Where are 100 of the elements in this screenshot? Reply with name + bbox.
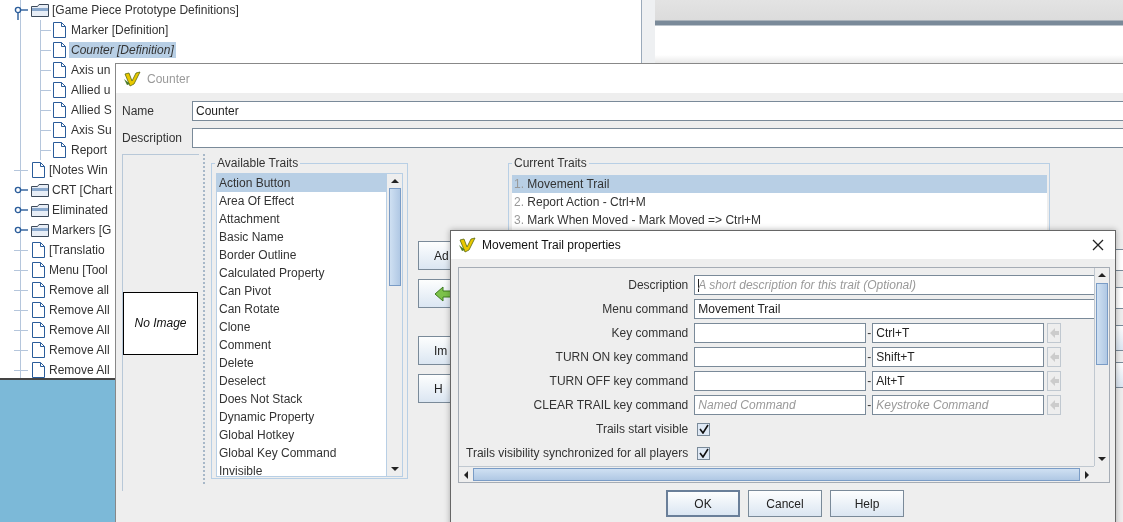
button[interactable]: Cancel [748,490,822,517]
tree-item[interactable]: CRT [Chart [50,182,115,198]
list-item[interactable]: Clone [217,318,386,336]
text-field[interactable]: Shift+T [872,347,1045,367]
file-icon [52,81,67,99]
text-field[interactable] [694,323,867,343]
checkbox[interactable] [697,422,711,436]
field-label: Trails visibility synchronized for all players [466,445,689,462]
tree-item[interactable]: Eliminated [50,202,111,218]
group-title: Available Traits [215,156,301,170]
file-icon [52,21,67,39]
separator-text: - [867,326,872,340]
button[interactable]: OK [666,490,740,517]
list-item[interactable]: Deselect [217,372,386,390]
list-item[interactable]: Does Not Stack [217,390,386,408]
tree-item[interactable]: Remove all [47,282,112,298]
folder-icon [31,2,49,18]
list-item[interactable]: Can Rotate [217,300,386,318]
tree-item[interactable]: Marker [Definition] [69,22,171,38]
list-item[interactable]: Basic Name [217,228,386,246]
field-label: TURN OFF key command [548,373,689,390]
file-icon [52,121,67,139]
text-field[interactable]: Named Command [694,395,867,415]
file-icon [31,161,46,179]
list-item[interactable]: Can Pivot [217,282,386,300]
field-label: Description [122,130,184,145]
separator-text: - [867,374,872,388]
scroll-thumb[interactable] [1096,283,1108,365]
file-icon [31,261,46,279]
list-item[interactable]: Global Key Command [217,444,386,462]
text-field[interactable]: Counter [192,100,1123,121]
file-icon [52,61,67,79]
app-logo-icon [123,69,141,88]
text-field[interactable]: Movement Trail [694,299,1094,319]
tree-item[interactable]: Remove All [47,322,112,338]
file-icon [31,281,46,299]
list-item[interactable]: Action Button [217,174,386,192]
tree-item[interactable]: Remove All [47,342,112,358]
text-field[interactable]: Alt+T [872,371,1045,391]
window-title: Counter [147,71,190,86]
list-item[interactable]: Area Of Effect [217,192,386,210]
list-item[interactable]: 3. Mark When Moved - Mark Moved => Ctrl+M [512,211,1047,229]
separator-text: - [867,350,872,364]
tree-item[interactable]: Remove All [47,362,112,378]
text-field[interactable] [694,371,867,391]
left-arrow-icon [1049,327,1060,339]
image-preview: No Image [123,291,198,355]
file-icon [52,101,67,119]
tree-item[interactable]: Allied S [69,102,114,118]
scroll-thumb[interactable] [473,468,1080,481]
file-icon [31,341,46,359]
text-field[interactable]: Ctrl+T [872,323,1045,343]
field-label: TURN ON key command [554,349,689,366]
checkbox[interactable] [697,446,711,460]
scrollbar[interactable] [386,174,402,476]
list-item[interactable]: Invisible [217,462,386,476]
text-field[interactable]: Keystroke Command [872,395,1045,415]
scroll-thumb[interactable] [388,188,401,286]
tree-item[interactable]: Counter [Definition] [69,42,176,58]
field-label: Name [122,103,155,118]
list-item[interactable]: Delete [217,354,386,372]
file-icon [31,301,46,319]
tree-item[interactable]: [Notes Win [47,162,110,178]
text-field[interactable] [694,347,867,367]
tree-item[interactable]: [Translatio [47,242,107,258]
close-icon[interactable] [1091,238,1105,252]
scrollbar[interactable] [459,466,1094,482]
field-label: CLEAR TRAIL key command [532,397,689,414]
list-item[interactable]: 2. Report Action - Ctrl+M [512,193,1047,211]
tree-item[interactable]: Axis Su [69,122,114,138]
list-item[interactable]: Global Hotkey [217,426,386,444]
separator-text: - [867,398,872,412]
group-title: Current Traits [512,156,589,170]
file-icon [52,41,67,59]
tree-item[interactable]: Markers [G [50,222,114,238]
tree-item[interactable]: [Game Piece Prototype Definitions] [50,2,241,18]
splitter-handle[interactable] [203,154,208,484]
tree-item[interactable]: Remove All [47,302,112,318]
folder-icon [31,202,49,218]
list-item[interactable]: Attachment [217,210,386,228]
window-title: Movement Trail properties [482,238,621,252]
list-item[interactable]: 1. Movement Trail [512,175,1047,193]
list-item[interactable]: Dynamic Property [217,408,386,426]
text-field[interactable] [192,127,1123,148]
tree-item[interactable]: Axis un [69,62,113,78]
button[interactable]: Help [830,490,904,517]
list-item[interactable]: Calculated Property [217,264,386,282]
tree-item[interactable]: Menu [Tool [47,262,110,278]
list-item[interactable]: Comment [217,336,386,354]
file-icon [31,321,46,339]
app-logo-icon [458,236,476,254]
field-label: Menu command [601,301,689,318]
field-label: Description [627,277,689,294]
left-arrow-icon [1049,375,1060,387]
list-item[interactable]: Border Outline [217,246,386,264]
left-arrow-icon [1049,399,1060,411]
scrollbar[interactable] [1094,268,1109,466]
left-arrow-icon [1049,351,1060,363]
tree-item[interactable]: Report [69,142,110,158]
tree-item[interactable]: Allied u [69,82,113,98]
